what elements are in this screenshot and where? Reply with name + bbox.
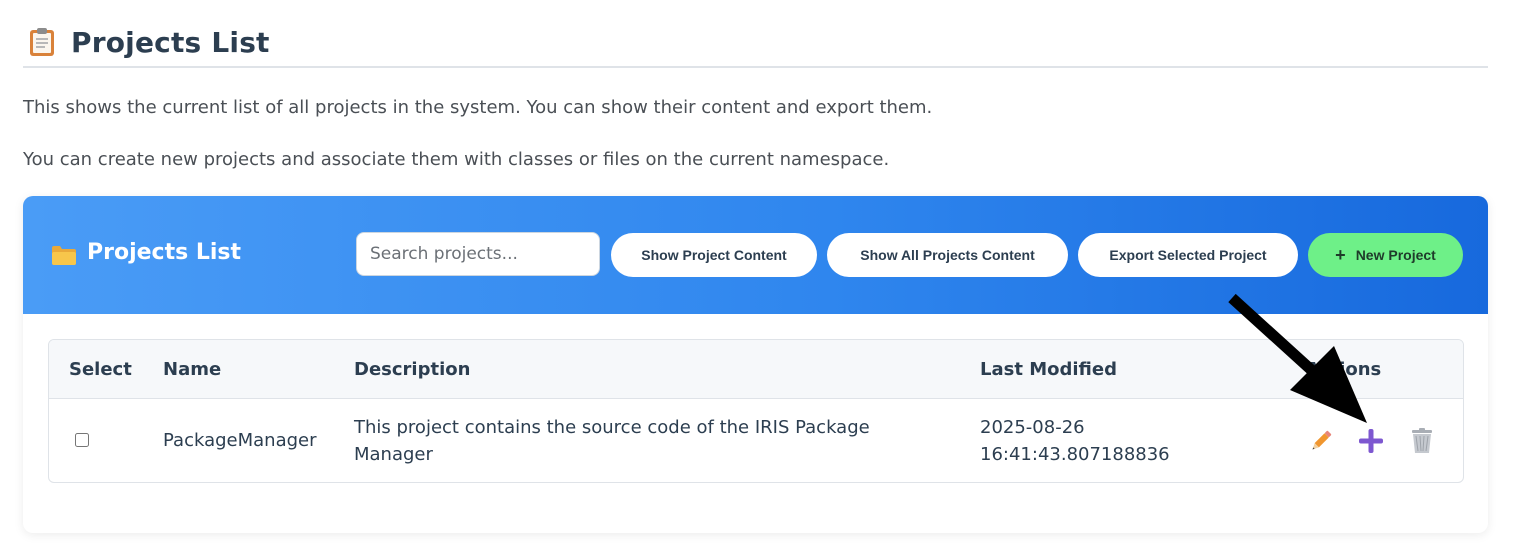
folder-icon xyxy=(52,246,76,265)
search-input[interactable] xyxy=(356,232,600,276)
header-select: Select xyxy=(69,359,132,380)
trash-icon[interactable] xyxy=(1409,428,1435,454)
export-selected-project-button[interactable]: Export Selected Project xyxy=(1078,233,1298,277)
card-title: Projects List xyxy=(87,240,242,265)
last-modified: 2025-08-26 16:41:43.807188836 xyxy=(980,414,1170,468)
header-last-modified: Last Modified xyxy=(980,359,1117,380)
projects-card: Projects List Show Project Content Show … xyxy=(23,196,1488,533)
intro-text-2: You can create new projects and associat… xyxy=(23,149,890,170)
page-header: Projects List xyxy=(23,18,1488,68)
new-project-label: New Project xyxy=(1355,247,1436,263)
clipboard-icon xyxy=(30,28,54,56)
modified-date: 2025-08-26 xyxy=(980,417,1085,438)
plus-icon: + xyxy=(1335,244,1346,265)
row-select-checkbox[interactable] xyxy=(75,433,89,447)
modified-time: 16:41:43.807188836 xyxy=(980,444,1170,465)
header-actions: Actions xyxy=(1306,359,1382,380)
project-name: PackageManager xyxy=(163,430,317,451)
description-line-1: This project contains the source code of… xyxy=(354,417,870,438)
projects-table: Select Name Description Last Modified Ac… xyxy=(48,339,1464,483)
table-header: Select Name Description Last Modified Ac… xyxy=(49,340,1463,399)
page-title: Projects List xyxy=(71,25,270,59)
new-project-button[interactable]: + New Project xyxy=(1308,233,1463,277)
show-project-content-button[interactable]: Show Project Content xyxy=(611,233,817,277)
pencil-icon[interactable] xyxy=(1308,428,1334,454)
header-name: Name xyxy=(163,359,222,380)
header-description: Description xyxy=(354,359,471,380)
show-all-projects-content-button[interactable]: Show All Projects Content xyxy=(827,233,1068,277)
project-description: This project contains the source code of… xyxy=(354,414,870,468)
card-header: Projects List Show Project Content Show … xyxy=(23,196,1488,314)
intro-text: This shows the current list of all proje… xyxy=(23,97,933,118)
description-line-2: Manager xyxy=(354,444,433,465)
plus-icon[interactable] xyxy=(1358,428,1384,454)
